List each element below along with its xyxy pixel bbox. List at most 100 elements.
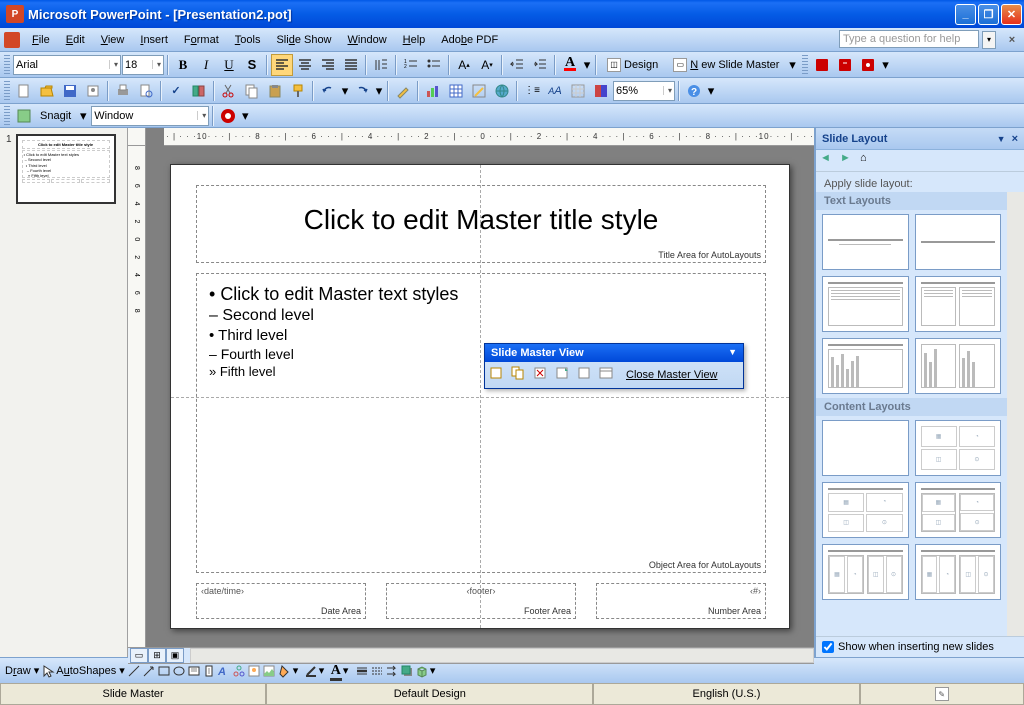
align-left-button[interactable]	[271, 54, 293, 76]
font-color-draw-dd[interactable]: ▾	[343, 664, 353, 677]
increase-font-button[interactable]: A▴	[453, 54, 475, 76]
draw-menu[interactable]: Draw ▾	[5, 664, 39, 677]
underline-button[interactable]: U	[218, 54, 240, 76]
redo-dropdown[interactable]: ▾	[374, 80, 384, 102]
shadow-style-button[interactable]	[400, 664, 414, 678]
paste-button[interactable]	[264, 80, 286, 102]
title-placeholder[interactable]: Click to edit Master title style Title A…	[196, 185, 766, 263]
toolbar-grip[interactable]	[4, 55, 10, 75]
smv-options-icon[interactable]: ▼	[728, 347, 737, 359]
layout-content[interactable]: ▦◔◫⊙	[915, 420, 1002, 476]
vertical-ruler[interactable]: 8 6 4 2 0 2 4 6 8	[128, 146, 146, 647]
research-button[interactable]	[188, 80, 210, 102]
body-placeholder[interactable]: Click to edit Master text styles Second …	[196, 273, 766, 573]
snagit-overflow[interactable]: ▾	[240, 105, 250, 127]
rectangle-button[interactable]	[157, 664, 171, 678]
align-center-button[interactable]	[294, 54, 316, 76]
design-button[interactable]: ◫Design	[600, 54, 665, 76]
new-button[interactable]	[13, 80, 35, 102]
footer-placeholder[interactable]: ‹footer› Footer Area	[386, 583, 576, 619]
textbox-button[interactable]	[187, 664, 201, 678]
insert-hyperlink-button[interactable]	[491, 80, 513, 102]
bullets-button[interactable]	[423, 54, 445, 76]
copy-button[interactable]	[241, 80, 263, 102]
insert-slide-master-button[interactable]	[488, 365, 508, 385]
menu-file[interactable]: File	[24, 31, 58, 49]
text-direction-button[interactable]	[370, 54, 392, 76]
pdf-review-button[interactable]	[857, 54, 879, 76]
select-objects-button[interactable]	[41, 664, 55, 678]
menu-slideshow[interactable]: Slide Show	[268, 31, 339, 49]
menu-view[interactable]: View	[93, 31, 133, 49]
font-color-button[interactable]: A	[559, 54, 581, 76]
decrease-indent-button[interactable]	[506, 54, 528, 76]
layout-title-slide[interactable]	[822, 214, 909, 270]
undo-button[interactable]	[317, 80, 339, 102]
font-color-dropdown[interactable]: ▾	[582, 54, 592, 76]
draw-overflow[interactable]: ▾	[430, 664, 440, 677]
help-dropdown-icon[interactable]: ▾	[982, 31, 996, 49]
taskpane-fwd-button[interactable]: ►	[840, 152, 858, 170]
layout-title-text[interactable]	[822, 276, 909, 332]
layout-title-vtext[interactable]	[822, 338, 909, 394]
permission-button[interactable]	[82, 80, 104, 102]
snagit-dd1[interactable]: ▾	[76, 105, 90, 127]
slide-master-view-toolbar[interactable]: Slide Master View▼ Close Master View	[484, 343, 744, 389]
preserve-master-button[interactable]	[554, 365, 574, 385]
formatting-overflow[interactable]: ▾	[787, 54, 797, 76]
slideshow-button[interactable]: ▣	[166, 648, 184, 663]
snagit-window-combo[interactable]: Window▾	[91, 106, 209, 126]
arrow-style-button[interactable]	[385, 664, 399, 678]
menu-edit[interactable]: Edit	[58, 31, 93, 49]
expand-all-button[interactable]: ⋮≡	[521, 80, 543, 102]
taskpane-scrollbar[interactable]	[1007, 192, 1024, 636]
snagit-icon[interactable]	[13, 105, 35, 127]
layout-title-content[interactable]: ▦◔◫⊙	[822, 482, 909, 538]
increase-indent-button[interactable]	[529, 54, 551, 76]
cut-button[interactable]	[218, 80, 240, 102]
pdf-overflow[interactable]: ▾	[880, 54, 890, 76]
maximize-button[interactable]: ❐	[978, 4, 999, 25]
smv-titlebar[interactable]: Slide Master View▼	[485, 344, 743, 362]
vertical-textbox-button[interactable]	[202, 664, 216, 678]
insert-chart-button[interactable]	[422, 80, 444, 102]
font-combo[interactable]: Arial▾	[13, 55, 121, 75]
insert-table-button[interactable]	[445, 80, 467, 102]
help-search-input[interactable]	[839, 30, 979, 48]
oval-button[interactable]	[172, 664, 186, 678]
font-size-combo[interactable]: 18▾	[122, 55, 164, 75]
layout-title-content-2[interactable]: ▦◔◫⊙	[822, 544, 909, 600]
color-grayscale-button[interactable]	[590, 80, 612, 102]
rename-master-button[interactable]	[576, 365, 596, 385]
menu-adobe-pdf[interactable]: Adobe PDF	[433, 31, 506, 49]
dash-style-button[interactable]	[370, 664, 384, 678]
pdf-convert-button[interactable]	[811, 54, 833, 76]
menu-help[interactable]: Help	[395, 31, 434, 49]
shadow-button[interactable]: S	[241, 54, 263, 76]
line-color-button[interactable]	[304, 664, 318, 678]
3d-style-button[interactable]	[415, 664, 429, 678]
taskpane-home-button[interactable]: ⌂	[860, 152, 878, 170]
delete-master-button[interactable]	[532, 365, 552, 385]
toolbar-grip-std[interactable]	[4, 81, 10, 101]
diagram-button[interactable]	[232, 664, 246, 678]
horizontal-scrollbar[interactable]	[190, 648, 814, 663]
redo-button[interactable]	[351, 80, 373, 102]
snagit-grip[interactable]	[4, 106, 10, 126]
print-preview-button[interactable]	[135, 80, 157, 102]
menu-format[interactable]: Format	[176, 31, 227, 49]
close-master-view-button[interactable]: Close Master View	[620, 366, 724, 384]
thumbnail-slide-1[interactable]: 1 Click to edit Master title style • Cli…	[6, 134, 121, 204]
date-placeholder[interactable]: ‹date/time› Date Area	[196, 583, 366, 619]
slide-canvas-area[interactable]: Click to edit Master title style Title A…	[146, 146, 814, 647]
layout-title-4content[interactable]: ▦◔◫⊙	[915, 544, 1002, 600]
italic-button[interactable]: I	[195, 54, 217, 76]
layout-vtitle-vtext[interactable]	[915, 338, 1002, 394]
taskpane-back-button[interactable]: ◄	[820, 152, 838, 170]
print-button[interactable]	[112, 80, 134, 102]
insert-title-master-button[interactable]	[510, 365, 530, 385]
font-color-draw-button[interactable]: A	[330, 665, 342, 677]
normal-view-button[interactable]: ▭	[130, 648, 148, 663]
undo-dropdown[interactable]: ▾	[340, 80, 350, 102]
show-formatting-button[interactable]: AA	[544, 80, 566, 102]
